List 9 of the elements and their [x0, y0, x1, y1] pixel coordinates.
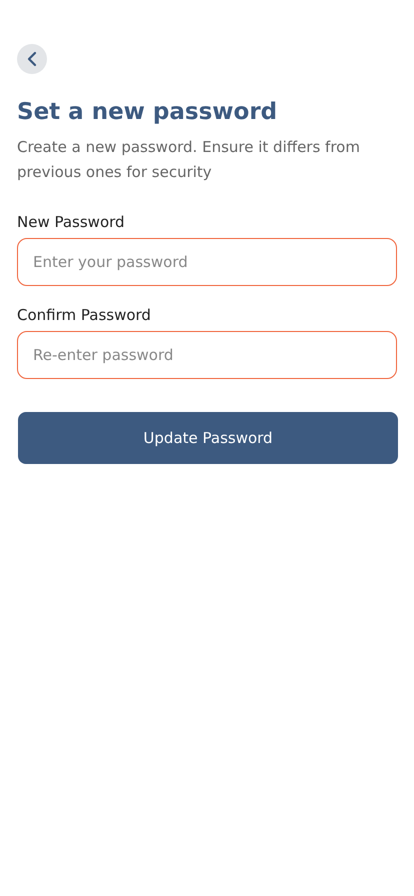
back-button[interactable] — [17, 44, 47, 74]
password-field[interactable]: Enter your password — [17, 238, 397, 286]
password-field[interactable]: Re-enter password — [17, 331, 397, 379]
back-icon — [27, 51, 37, 67]
update-password-button[interactable]: Update Password — [18, 412, 398, 464]
field-label: Confirm Password — [17, 306, 152, 324]
field-label: New Password — [17, 213, 126, 231]
page-subtitle: Create a new password. Ensure it differs from previous ones for security — [17, 137, 361, 183]
page-title: Set a new password — [17, 99, 278, 125]
